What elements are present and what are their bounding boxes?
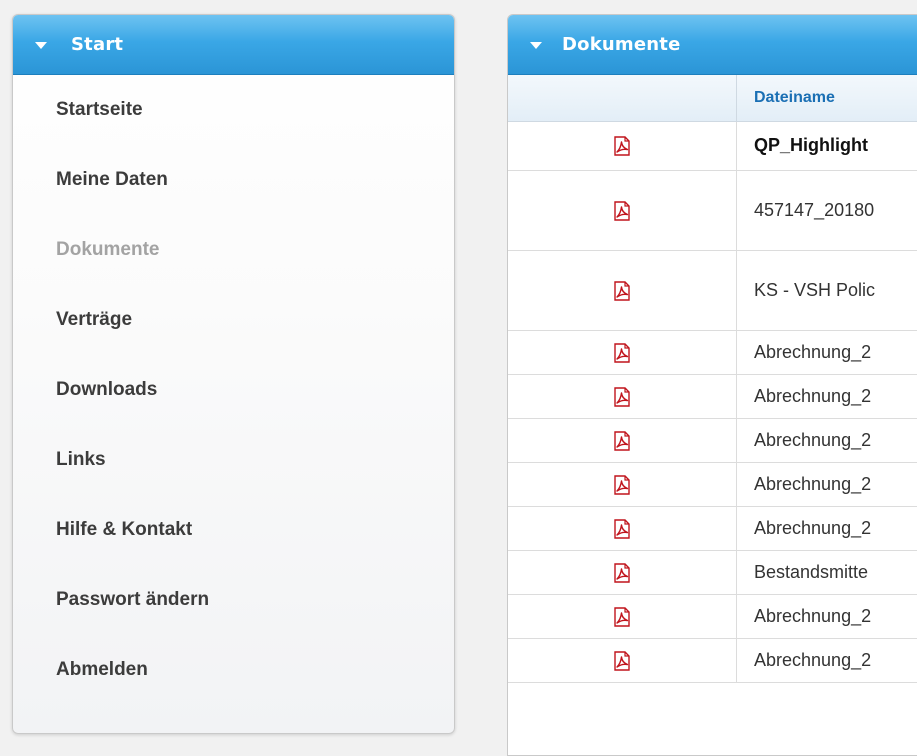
pdf-icon[interactable]: [613, 136, 631, 156]
icon-cell[interactable]: [508, 121, 737, 170]
pdf-icon[interactable]: [613, 519, 631, 539]
nav-item-meine-daten[interactable]: Meine Daten: [13, 145, 454, 215]
file-name-cell[interactable]: Bestandsmitte: [737, 550, 917, 594]
icon-cell[interactable]: [508, 374, 737, 418]
icon-cell[interactable]: [508, 170, 737, 250]
start-panel-header[interactable]: Start: [13, 15, 454, 75]
file-name-cell[interactable]: KS - VSH Polic: [737, 250, 917, 330]
icon-cell[interactable]: [508, 550, 737, 594]
dokumente-panel-header[interactable]: Dokumente: [508, 15, 917, 75]
file-name-cell[interactable]: Abrechnung_2: [737, 330, 917, 374]
table-row[interactable]: Abrechnung_2: [508, 374, 917, 418]
nav-item-dokumente: Dokumente: [13, 215, 454, 285]
pdf-icon[interactable]: [613, 387, 631, 407]
file-name-cell[interactable]: Abrechnung_2: [737, 462, 917, 506]
table-row[interactable]: KS - VSH Polic: [508, 250, 917, 330]
icon-cell[interactable]: [508, 418, 737, 462]
nav-item-passwort-aendern[interactable]: Passwort ändern: [13, 565, 454, 635]
column-header-icon[interactable]: [508, 75, 737, 121]
nav-item-abmelden[interactable]: Abmelden: [13, 635, 454, 705]
pdf-icon[interactable]: [613, 201, 631, 221]
pdf-icon[interactable]: [613, 563, 631, 583]
icon-cell[interactable]: [508, 250, 737, 330]
nav-item-links[interactable]: Links: [13, 425, 454, 495]
icon-cell[interactable]: [508, 506, 737, 550]
pdf-icon[interactable]: [613, 343, 631, 363]
pdf-icon[interactable]: [613, 607, 631, 627]
icon-cell[interactable]: [508, 462, 737, 506]
pdf-icon[interactable]: [613, 651, 631, 671]
table-row[interactable]: QP_Highlight: [508, 121, 917, 170]
table-row[interactable]: Abrechnung_2: [508, 330, 917, 374]
icon-cell[interactable]: [508, 638, 737, 682]
collapse-caret-icon[interactable]: [35, 42, 47, 49]
nav-item-vertraege[interactable]: Verträge: [13, 285, 454, 355]
collapse-caret-icon[interactable]: [530, 42, 542, 49]
dokumente-panel-title: Dokumente: [562, 34, 680, 55]
table-row[interactable]: Abrechnung_2: [508, 418, 917, 462]
pdf-icon[interactable]: [613, 475, 631, 495]
column-header-dateiname[interactable]: Dateiname: [737, 75, 917, 121]
dokumente-panel: Dokumente Dateiname QP_Highlight457147_2…: [507, 14, 917, 756]
table-row[interactable]: Abrechnung_2: [508, 594, 917, 638]
nav-item-startseite[interactable]: Startseite: [13, 75, 454, 145]
nav-item-hilfe-kontakt[interactable]: Hilfe & Kontakt: [13, 495, 454, 565]
nav-item-downloads[interactable]: Downloads: [13, 355, 454, 425]
file-name-cell[interactable]: Abrechnung_2: [737, 638, 917, 682]
start-panel: Start Startseite Meine Daten Dokumente V…: [12, 14, 455, 734]
table-row[interactable]: Abrechnung_2: [508, 638, 917, 682]
table-row[interactable]: Bestandsmitte: [508, 550, 917, 594]
file-name-cell[interactable]: Abrechnung_2: [737, 418, 917, 462]
icon-cell[interactable]: [508, 594, 737, 638]
pdf-icon[interactable]: [613, 281, 631, 301]
file-name-cell[interactable]: Abrechnung_2: [737, 374, 917, 418]
start-panel-title: Start: [71, 34, 123, 55]
file-name-cell[interactable]: Abrechnung_2: [737, 506, 917, 550]
file-name-cell[interactable]: Abrechnung_2: [737, 594, 917, 638]
main-nav: Startseite Meine Daten Dokumente Verträg…: [13, 75, 454, 705]
table-header-row: Dateiname: [508, 75, 917, 121]
table-row[interactable]: Abrechnung_2: [508, 462, 917, 506]
icon-cell[interactable]: [508, 330, 737, 374]
pdf-icon[interactable]: [613, 431, 631, 451]
file-name-cell[interactable]: 457147_20180: [737, 170, 917, 250]
file-name-cell[interactable]: QP_Highlight: [737, 121, 917, 170]
documents-table: Dateiname QP_Highlight457147_20180KS - V…: [508, 75, 917, 683]
table-row[interactable]: Abrechnung_2: [508, 506, 917, 550]
table-row[interactable]: 457147_20180: [508, 170, 917, 250]
